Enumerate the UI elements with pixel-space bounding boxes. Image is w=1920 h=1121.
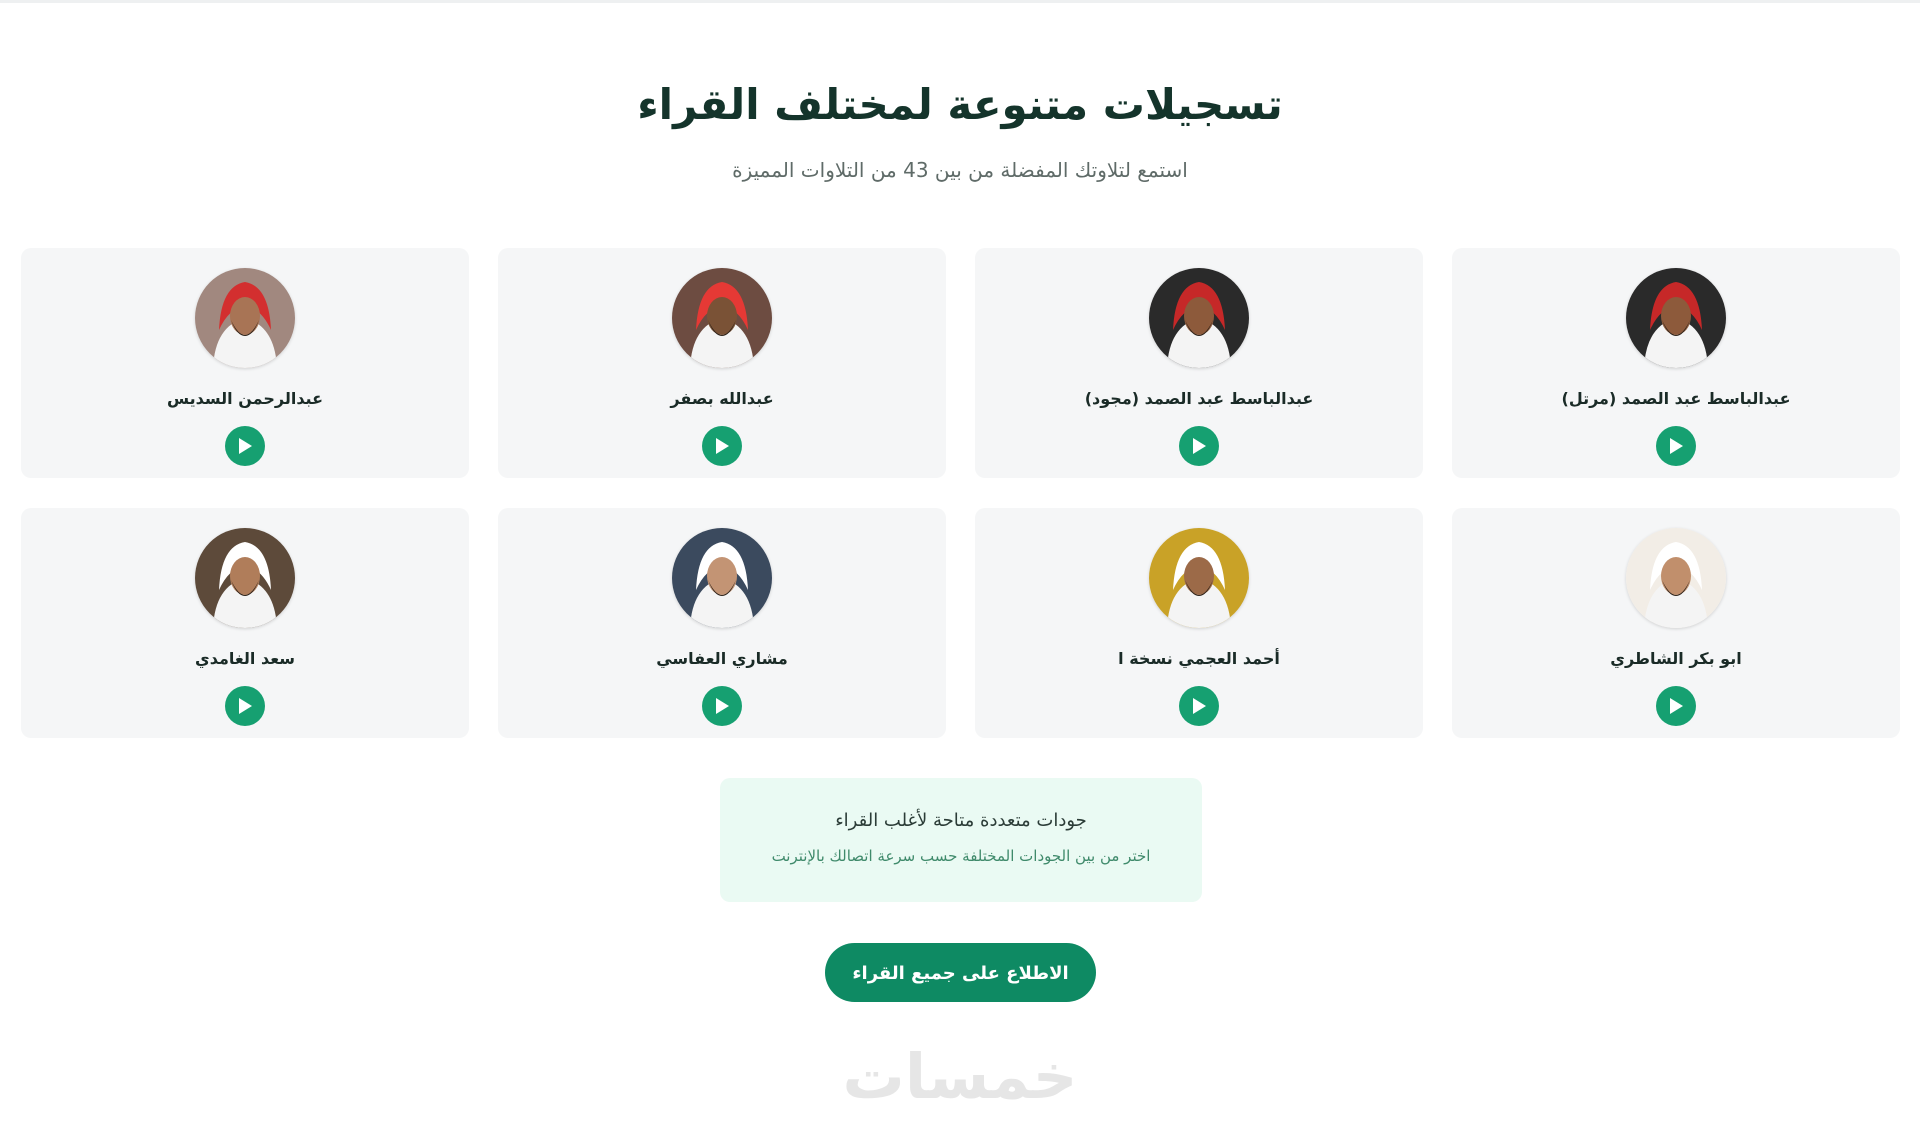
play-button[interactable] bbox=[1179, 686, 1219, 726]
reciter-name: عبدالباسط عبد الصمد (مرتل) bbox=[1561, 389, 1791, 408]
play-icon bbox=[716, 438, 729, 454]
play-button[interactable] bbox=[225, 426, 265, 466]
reciter-avatar bbox=[1149, 528, 1249, 628]
reciter-name: مشاري العفاسي bbox=[656, 649, 788, 668]
play-button[interactable] bbox=[702, 426, 742, 466]
reciter-card[interactable]: ابو بكر الشاطري bbox=[1452, 508, 1900, 738]
play-icon bbox=[1670, 698, 1683, 714]
brand-watermark-logo: خمسات bbox=[842, 1040, 1078, 1113]
reciter-card[interactable]: عبدالباسط عبد الصمد (مجود) bbox=[975, 248, 1423, 478]
reciter-avatar bbox=[1149, 268, 1249, 368]
reciter-name: أحمد العجمي نسخة ا bbox=[1118, 649, 1280, 668]
reciter-avatar bbox=[195, 528, 295, 628]
reciter-card[interactable]: عبدالله بصفر bbox=[498, 248, 946, 478]
play-button[interactable] bbox=[702, 686, 742, 726]
quality-info-box: جودات متعددة متاحة لأغلب القراء اختر من … bbox=[720, 778, 1202, 902]
reciter-name: عبدالله بصفر bbox=[670, 389, 774, 408]
reciter-avatar bbox=[672, 528, 772, 628]
quality-title: جودات متعددة متاحة لأغلب القراء bbox=[835, 810, 1087, 831]
view-all-reciters-button[interactable]: الاطلاع على جميع القراء bbox=[825, 943, 1096, 1002]
reciter-card[interactable]: مشاري العفاسي bbox=[498, 508, 946, 738]
reciter-name: ابو بكر الشاطري bbox=[1610, 649, 1742, 668]
play-button[interactable] bbox=[1656, 686, 1696, 726]
reciters-grid: عبدالباسط عبد الصمد (مرتل) عبدالباسط عبد … bbox=[20, 248, 1900, 738]
quality-description: اختر من بين الجودات المختلفة حسب سرعة ات… bbox=[771, 847, 1151, 865]
reciter-avatar bbox=[672, 268, 772, 368]
play-icon bbox=[1193, 438, 1206, 454]
reciter-card[interactable]: عبدالباسط عبد الصمد (مرتل) bbox=[1452, 248, 1900, 478]
play-icon bbox=[1670, 438, 1683, 454]
play-button[interactable] bbox=[1656, 426, 1696, 466]
play-icon bbox=[716, 698, 729, 714]
reciter-avatar bbox=[1626, 528, 1726, 628]
play-icon bbox=[239, 438, 252, 454]
play-icon bbox=[239, 698, 252, 714]
reciter-name: عبدالباسط عبد الصمد (مجود) bbox=[1084, 389, 1314, 408]
section-subtitle: استمع لتلاوتك المفضلة من بين 43 من التلا… bbox=[732, 158, 1188, 182]
reciter-name: سعد الغامدي bbox=[195, 649, 295, 668]
reciter-card[interactable]: عبدالرحمن السديس bbox=[21, 248, 469, 478]
section-title: تسجيلات متنوعة لمختلف القراء bbox=[637, 80, 1283, 129]
play-button[interactable] bbox=[225, 686, 265, 726]
play-icon bbox=[1193, 698, 1206, 714]
reciter-avatar bbox=[1626, 268, 1726, 368]
reciter-card[interactable]: أحمد العجمي نسخة ا bbox=[975, 508, 1423, 738]
play-button[interactable] bbox=[1179, 426, 1219, 466]
reciter-name: عبدالرحمن السديس bbox=[167, 389, 324, 408]
reciter-avatar bbox=[195, 268, 295, 368]
reciter-card[interactable]: سعد الغامدي bbox=[21, 508, 469, 738]
page: تسجيلات متنوعة لمختلف القراء استمع لتلاو… bbox=[0, 0, 1920, 1121]
top-divider bbox=[0, 0, 1920, 3]
